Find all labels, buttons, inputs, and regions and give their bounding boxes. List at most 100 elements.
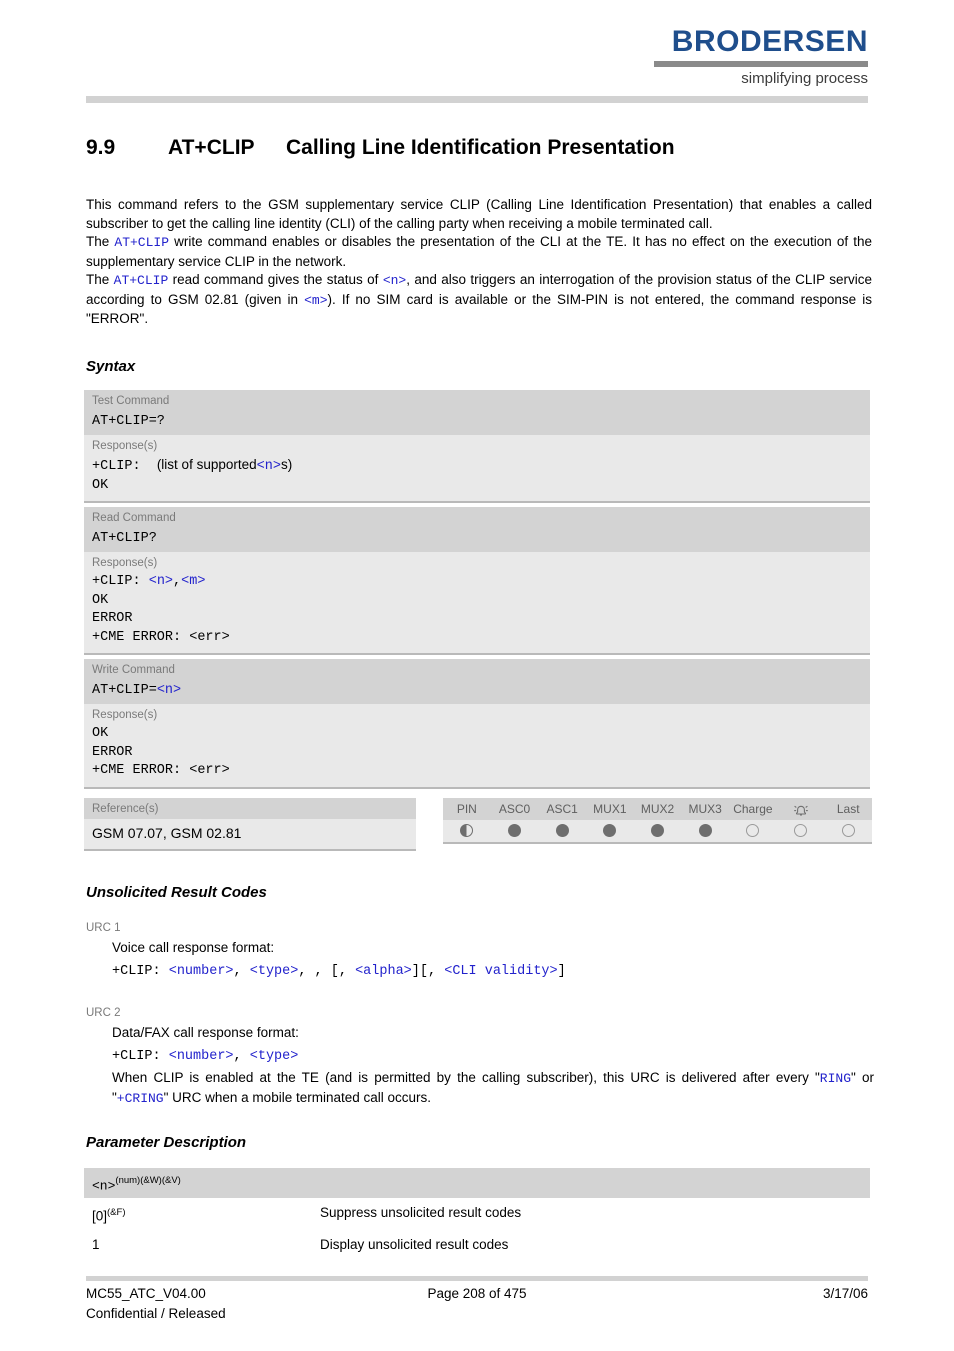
chapter-text: Calling Line Identification Presentation: [286, 136, 675, 159]
header-rule: [86, 96, 868, 103]
parameter-row: 1 Display unsolicited result codes: [84, 1231, 870, 1259]
test-command-label: Test Command: [92, 395, 170, 407]
reference-and-pin-row: Reference(s) GSM 07.07, GSM 02.81 PIN AS…: [84, 798, 872, 851]
read-command-response: Response(s) +CLIP: <n>,<m> OK ERROR +CME…: [84, 552, 870, 655]
reference-box: Reference(s) GSM 07.07, GSM 02.81: [84, 798, 416, 851]
test-resp-param: <n>: [256, 459, 281, 474]
parameter-value-text: 1: [92, 1236, 100, 1252]
pin-col-asc0: ASC0: [498, 802, 531, 816]
parameter-value-superscript: (&F): [107, 1207, 126, 1219]
urc1-param-type: <type>: [249, 964, 299, 979]
parameter-value-1: 1: [92, 1234, 320, 1256]
urc1-title: Voice call response format:: [112, 940, 275, 955]
urc2-note: When CLIP is enabled at the TE (and is p…: [112, 1069, 874, 1108]
inline-code-atclip-write: AT+CLIP: [114, 235, 170, 250]
urc2-body: Data/FAX call response format: +CLIP: <n…: [112, 1021, 874, 1108]
write-command-value: AT+CLIP=<n>: [92, 678, 862, 702]
inline-code-atclip-read: AT+CLIP: [113, 273, 169, 288]
read-resp-comma: ,: [173, 574, 182, 589]
pin-val-mux2: [634, 824, 682, 837]
page-footer: MC55_ATC_V04.00 Page 208 of 475 3/17/06 …: [86, 1284, 868, 1324]
footer-page-number: Page 208 of 475: [427, 1286, 527, 1301]
pin-col-charge: Charge: [733, 802, 773, 816]
logo-divider-bar: [654, 61, 868, 67]
pin-val-asc0: [491, 824, 539, 837]
intro-text: This command refers to the GSM supplemen…: [86, 196, 872, 329]
test-resp-prefix: +CLIP:: [92, 459, 141, 474]
intro-paragraph-2: The AT+CLIP write command enables or dis…: [86, 233, 872, 271]
write-cmd-param: <n>: [156, 683, 182, 698]
chapter-command: AT+CLIP: [168, 136, 255, 159]
urc2-param-number: <number>: [168, 1049, 234, 1064]
page-title: 9.9 AT+CLIP Calling Line Identification Pr…: [86, 136, 886, 160]
inline-code-param-n: <n>: [382, 273, 407, 288]
status-dot-half: [460, 824, 474, 837]
status-dot-full: [603, 824, 617, 837]
intro-p2-a: The: [86, 234, 115, 249]
test-response-line-1: +CLIP: (list of supported<n>s): [92, 454, 862, 477]
pin-col-mux2: MUX2: [640, 802, 675, 816]
footer-date: 3/17/06: [822, 1286, 868, 1301]
status-dot-full: [555, 824, 569, 837]
syntax-table: Test Command AT+CLIP=? Response(s) +CLIP…: [84, 390, 870, 789]
write-cmd-prefix: AT+CLIP=: [92, 683, 157, 698]
parameter-row: [0](&F) Suppress unsolicited result code…: [84, 1199, 870, 1231]
write-command-header: Write Command AT+CLIP=<n>: [84, 659, 870, 704]
pin-val-alarm: [777, 824, 825, 837]
pin-col-last: Last: [836, 802, 860, 816]
intro-p3-b: read command gives the status of: [168, 272, 383, 287]
parameter-name: <n>: [92, 1178, 116, 1194]
urc-block-2: URC 2 Data/FAX call response format: +CL…: [86, 1005, 874, 1108]
urc1-mid2: ][,: [411, 964, 437, 979]
pin-val-last: [824, 824, 872, 837]
urc2-code-prefix: +CLIP:: [112, 1049, 161, 1064]
parameter-value-0: [0](&F): [92, 1202, 320, 1228]
read-response-line-4: +CME ERROR: <err>: [92, 629, 230, 645]
status-dot-empty: [746, 824, 760, 837]
pin-support-table: PIN ASC0 ASC1 MUX1 MUX2 MUX3 Charge Last: [443, 798, 872, 844]
inline-code-ring: RING: [819, 1071, 852, 1086]
intro-p1-text: This command refers to the GSM supplemen…: [86, 197, 872, 231]
urc1-sep1: ,: [233, 964, 242, 979]
section-heading-parameter: Parameter Description: [86, 1134, 247, 1151]
write-command-response: Response(s) OK ERROR +CME ERROR: <err>: [84, 704, 870, 789]
test-resp-text: (list of supported: [156, 457, 257, 472]
intro-p3-a: The: [86, 272, 114, 287]
status-dot-full: [651, 824, 665, 837]
test-command-response: Response(s) +CLIP: (list of supported<n>…: [84, 435, 870, 503]
read-resp-n: <n>: [148, 574, 174, 589]
intro-paragraph-3: The AT+CLIP read command gives the statu…: [86, 271, 872, 329]
status-dot-empty: [794, 824, 808, 837]
write-response-label: Response(s): [92, 709, 158, 721]
test-resp-suffix: s): [280, 457, 293, 472]
pin-val-mux1: [586, 824, 634, 837]
page-header: BRODERSEN simplifying process: [0, 0, 954, 100]
write-command-label: Write Command: [92, 664, 175, 676]
document-page: BRODERSEN simplifying process 9.9 AT+CLIP…: [0, 0, 954, 1351]
read-command-value: AT+CLIP?: [92, 531, 157, 546]
inline-code-param-m: <m>: [304, 292, 328, 308]
pin-col-alarm: [777, 801, 825, 818]
footer-line-1: MC55_ATC_V04.00 Page 208 of 475 3/17/06: [86, 1284, 868, 1304]
read-response-line-1: +CLIP: <n>,<m>: [92, 571, 862, 592]
logo-tagline: simplifying process: [741, 70, 868, 87]
urc1-label: URC 1: [86, 922, 121, 934]
read-response-label: Response(s): [92, 557, 158, 569]
urc2-label: URC 2: [86, 1007, 121, 1019]
urc1-param-cli-validity: <CLI validity>: [444, 964, 558, 979]
urc2-code: +CLIP: <number>, <type>: [112, 1044, 874, 1069]
pin-val-asc1: [538, 824, 586, 837]
parameter-header: <n>(num)(&W)(&V): [84, 1168, 870, 1200]
pin-val-charge: [729, 824, 777, 837]
section-heading-urc: Unsolicited Result Codes: [86, 884, 267, 901]
urc2-title: Data/FAX call response format:: [112, 1025, 299, 1040]
status-dot-full: [698, 824, 712, 837]
urc1-mid: , , [,: [298, 964, 347, 979]
brodersen-logo: BRODERSEN simplifying process: [654, 26, 868, 88]
parameter-description-1: Display unsolicited result codes: [320, 1236, 509, 1252]
inline-code-cring: +CRING: [116, 1090, 164, 1106]
read-command-label: Read Command: [92, 512, 176, 524]
urc1-end: ]: [557, 964, 566, 979]
chapter-number: 9.9: [86, 136, 116, 159]
pin-val-mux3: [681, 824, 729, 837]
